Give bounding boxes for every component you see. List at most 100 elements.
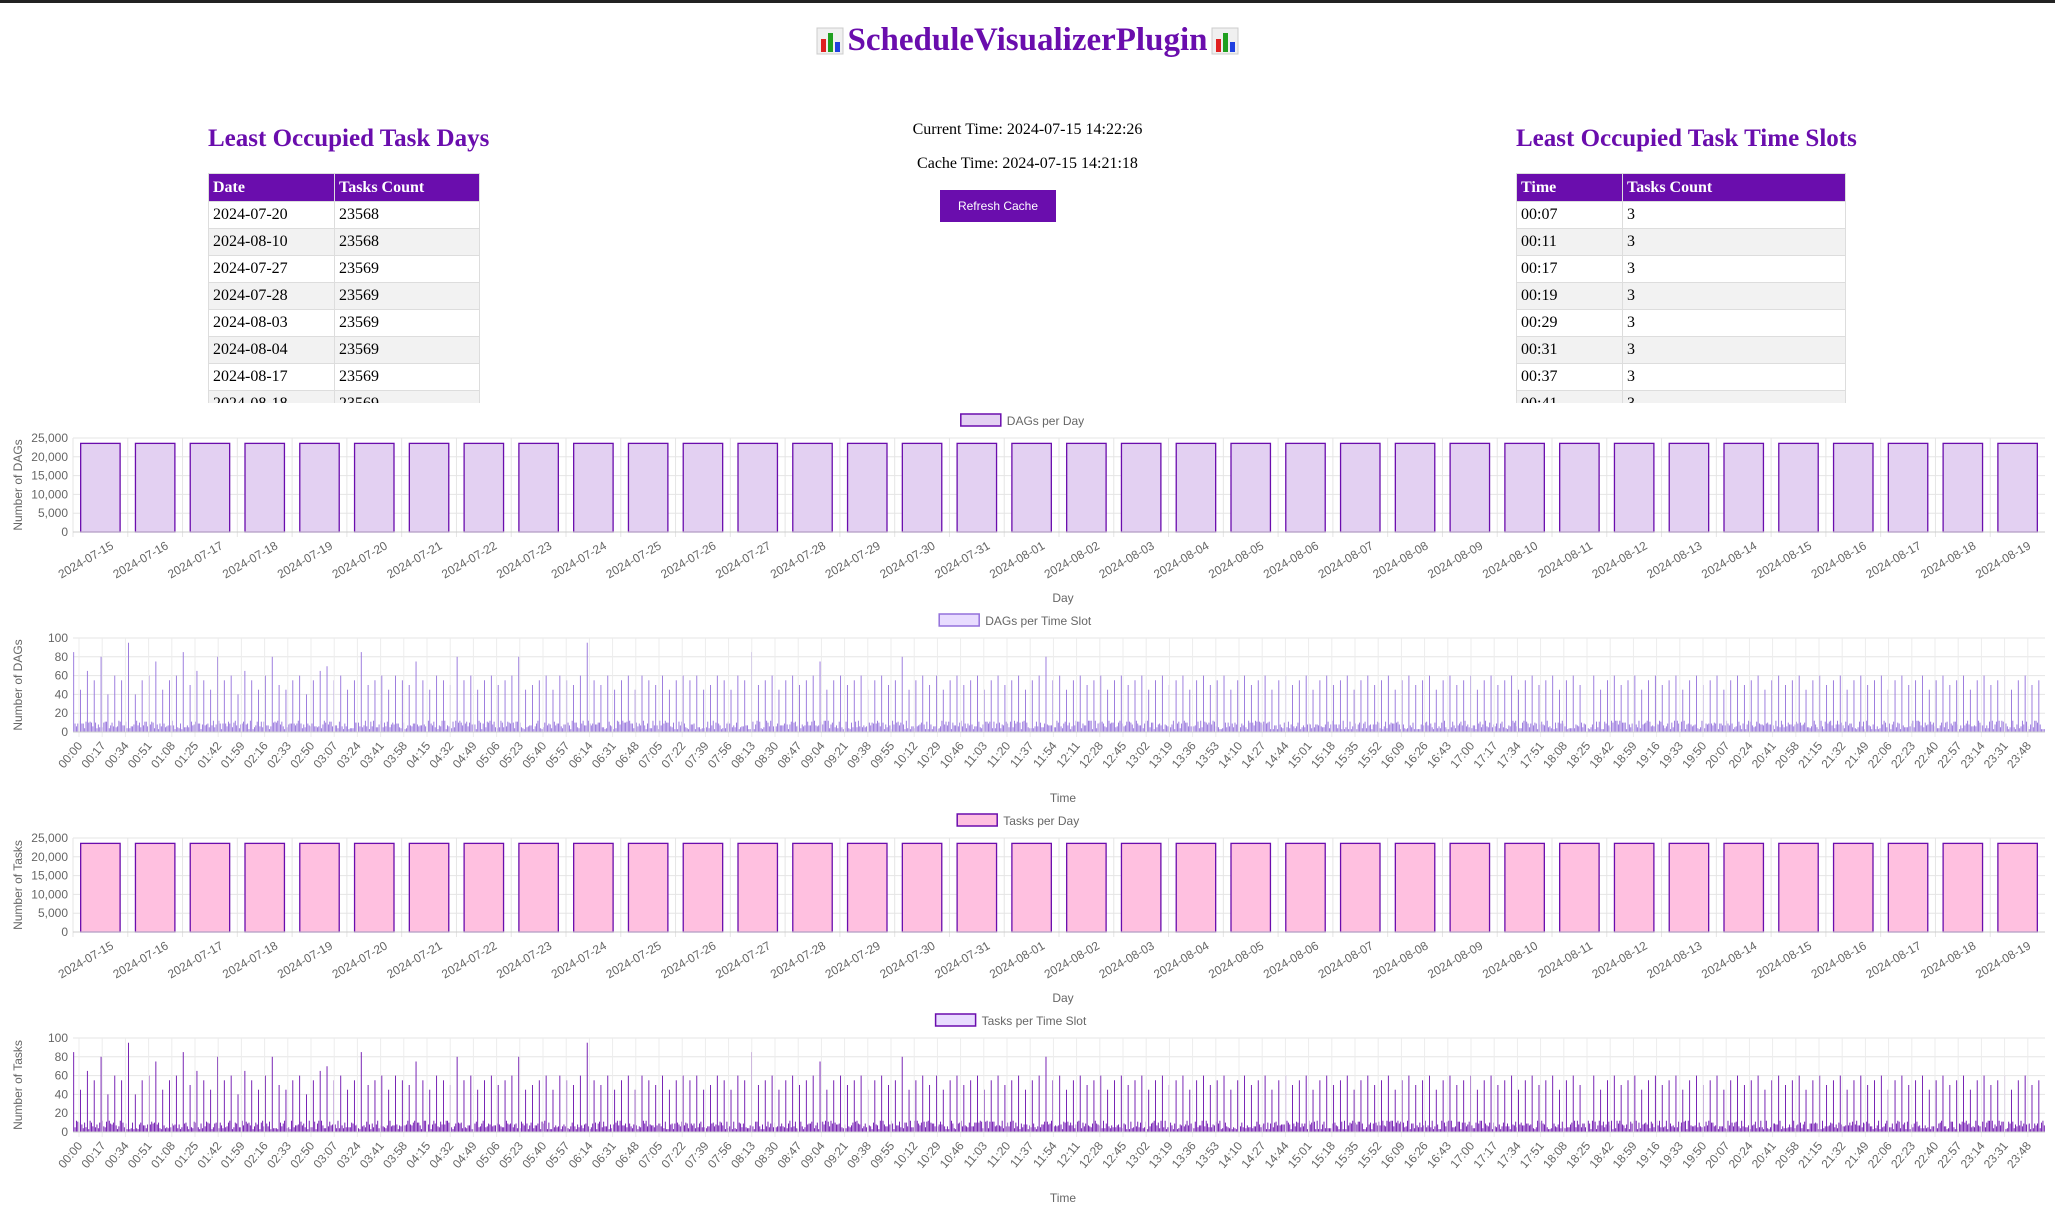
bar-chart-icon xyxy=(1211,27,1239,54)
x-tick-label: 09:04 xyxy=(798,1139,828,1171)
x-tick-label: 18:42 xyxy=(1586,739,1616,771)
refresh-cache-button[interactable]: Refresh Cache xyxy=(940,190,1056,222)
x-tick-label: 2024-08-10 xyxy=(1480,538,1540,581)
bar xyxy=(627,442,669,533)
x-tick-label: 11:20 xyxy=(984,1139,1014,1171)
x-tick-label: 21:49 xyxy=(1842,1139,1872,1171)
x-tick-label: 2024-08-13 xyxy=(1644,538,1704,581)
x-tick-label: 2024-07-26 xyxy=(658,938,718,981)
table-row: 00:19 3 xyxy=(1516,282,1846,310)
x-tick-label: 12:28 xyxy=(1076,1139,1106,1171)
x-tick-label: 11:20 xyxy=(984,739,1014,771)
app-title-text: ScheduleVisualizerPlugin xyxy=(847,22,1208,58)
x-tick-label: 16:43 xyxy=(1424,739,1454,771)
x-tick-label: 01:42 xyxy=(194,739,224,771)
x-tick-label: 2024-07-30 xyxy=(877,538,937,581)
y-tick-label: 40 xyxy=(55,687,69,701)
x-tick-label: 11:54 xyxy=(1030,1139,1060,1171)
x-tick-label: 01:08 xyxy=(148,739,178,771)
x-tick-label: 01:25 xyxy=(171,1139,201,1171)
x-tick-label: 02:50 xyxy=(287,739,317,771)
date-cell: 2024-07-27 xyxy=(208,255,335,283)
x-tick-label: 2024-07-23 xyxy=(494,538,554,581)
x-tick-label: 2024-07-21 xyxy=(384,938,444,981)
x-tick-label: 19:50 xyxy=(1679,739,1709,771)
legend-swatch xyxy=(956,813,998,827)
bar xyxy=(463,442,505,533)
y-axis-label: Number of Tasks xyxy=(11,840,25,930)
x-tick-label: 20:07 xyxy=(1702,739,1732,771)
x-tick-label: 2024-08-12 xyxy=(1590,538,1650,581)
x-tick-label: 16:09 xyxy=(1378,1139,1408,1171)
tasks-per-time-slot-chart[interactable]: Tasks per Time Slot 100 80 60 40 20 0 Number of… xyxy=(0,1005,2055,1207)
time-cell: 00:17 xyxy=(1516,255,1623,283)
x-tick-label: 05:06 xyxy=(473,1139,503,1171)
x-axis-label: Day xyxy=(1052,591,1073,605)
bar xyxy=(1887,842,1929,933)
count-cell: 3 xyxy=(1622,201,1846,229)
bar xyxy=(189,442,231,533)
x-tick-label: 12:11 xyxy=(1053,1139,1083,1171)
bar xyxy=(1504,842,1545,933)
bar xyxy=(1668,442,1710,533)
date-cell: 2024-08-18 xyxy=(208,390,335,403)
x-tick-label: 2024-08-16 xyxy=(1809,938,1869,981)
bar xyxy=(299,442,340,533)
bar xyxy=(463,842,505,933)
x-tick-label: 16:26 xyxy=(1401,739,1431,771)
count-cell: 23568 xyxy=(334,201,480,229)
bar xyxy=(1778,442,1819,533)
bar-chart-icon xyxy=(816,27,843,54)
x-tick-label: 01:42 xyxy=(194,1139,224,1171)
tasks-per-day-chart[interactable]: Tasks per Day 25,000 20,000 15,000 10,000 5,0… xyxy=(0,805,2055,1005)
x-tick-label: 06:14 xyxy=(566,1139,596,1171)
x-tick-label: 15:01 xyxy=(1285,1139,1315,1171)
x-tick-label: 22:57 xyxy=(1934,1139,1964,1171)
x-tick-label: 09:21 xyxy=(821,739,851,771)
time-cell: 00:37 xyxy=(1516,363,1623,391)
y-tick-label: 40 xyxy=(55,1087,69,1101)
y-tick-label: 0 xyxy=(61,925,68,939)
x-axis-label: Time xyxy=(1050,791,1077,805)
x-tick-label: 2024-07-31 xyxy=(932,938,992,981)
x-tick-label: 01:08 xyxy=(148,1139,178,1171)
x-tick-label: 09:21 xyxy=(821,1139,851,1171)
x-tick-label: 06:48 xyxy=(612,739,642,771)
x-tick-label: 2024-07-22 xyxy=(439,538,499,581)
x-tick-label: 2024-07-20 xyxy=(330,538,390,581)
bar xyxy=(627,842,669,933)
x-tick-label: 05:57 xyxy=(542,1139,572,1171)
x-tick-label: 09:55 xyxy=(867,1139,897,1171)
x-tick-label: 18:59 xyxy=(1610,739,1640,771)
x-tick-label: 2024-08-01 xyxy=(987,938,1047,981)
x-tick-label: 21:49 xyxy=(1842,739,1872,771)
table-row: 00:37 3 xyxy=(1516,363,1846,391)
x-tick-label: 23:31 xyxy=(1981,1139,2011,1171)
dags-per-time-slot-chart[interactable]: DAGs per Time Slot 100 80 60 40 20 0 Number of … xyxy=(0,605,2055,805)
x-tick-label: 00:51 xyxy=(125,1139,155,1171)
bar-series xyxy=(73,1042,2045,1132)
legend-swatch xyxy=(934,1013,977,1027)
days-table-scroll[interactable]: Date Tasks Count 2024-07-20 23568 2024-08… xyxy=(208,173,480,403)
legend-label: DAGs per Time Slot xyxy=(985,614,1092,628)
slots-table-scroll[interactable]: Time Tasks Count 00:07 3 00:11 3 00:17 3 00… xyxy=(1516,173,1846,403)
bar xyxy=(1504,442,1545,533)
x-tick-label: 21:32 xyxy=(1818,1139,1848,1171)
dags-per-day-chart[interactable]: DAGs per Day 25,000 20,000 15,000 10,000 5,00… xyxy=(0,405,2055,605)
bar xyxy=(353,842,395,933)
table-row: 00:07 3 xyxy=(1516,201,1846,229)
x-tick-label: 2024-07-23 xyxy=(494,938,554,981)
column-header-tasks-count: Tasks Count xyxy=(334,173,480,202)
x-tick-label: 2024-08-10 xyxy=(1480,938,1540,981)
bar xyxy=(1011,442,1052,533)
bar xyxy=(1613,842,1655,933)
table-row: 00:413 xyxy=(1516,390,1846,403)
x-tick-label: 00:34 xyxy=(102,1139,132,1171)
x-tick-label: 2024-08-11 xyxy=(1535,938,1595,981)
bar xyxy=(1175,842,1217,933)
x-tick-label: 22:23 xyxy=(1888,1139,1918,1171)
x-tick-label: 14:10 xyxy=(1215,739,1245,771)
x-axis-label: Day xyxy=(1052,991,1073,1005)
x-tick-label: 19:33 xyxy=(1656,739,1686,771)
bar xyxy=(353,442,395,533)
